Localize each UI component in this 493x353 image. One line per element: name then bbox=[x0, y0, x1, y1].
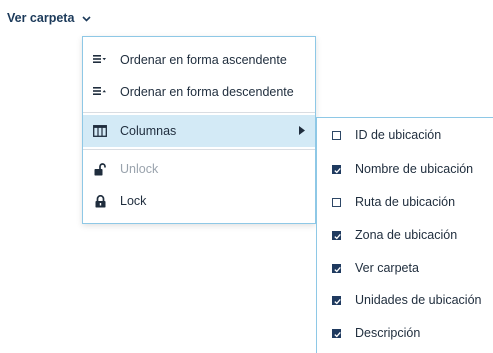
columns-icon bbox=[93, 124, 107, 138]
checkbox[interactable] bbox=[332, 263, 341, 273]
checkbox[interactable] bbox=[332, 230, 341, 240]
column-option-label: Ruta de ubicación bbox=[355, 195, 456, 209]
column-option-unidades[interactable]: Unidades de ubicación bbox=[317, 284, 493, 316]
menu-item-sort-ascending[interactable]: Ordenar en forma ascendente bbox=[83, 44, 315, 76]
unlock-icon bbox=[93, 162, 107, 176]
ver-carpeta-label: Ver carpeta bbox=[7, 11, 75, 25]
menu-item-columns[interactable]: Columnas bbox=[83, 115, 315, 147]
chevron-down-icon bbox=[82, 14, 91, 25]
column-option-nombre[interactable]: Nombre de ubicación bbox=[317, 153, 493, 185]
menu-item-lock[interactable]: Lock bbox=[83, 185, 315, 217]
column-option-label: Ver carpeta bbox=[355, 261, 419, 275]
context-menu: Ordenar en forma ascendente Ordenar en f… bbox=[82, 36, 316, 224]
menu-item-unlock[interactable]: Unlock bbox=[83, 153, 315, 185]
caret-right-icon bbox=[299, 125, 305, 137]
sort-ascending-icon bbox=[93, 53, 107, 67]
checkbox[interactable] bbox=[332, 197, 341, 207]
checkbox[interactable] bbox=[332, 328, 341, 338]
lock-icon bbox=[93, 194, 107, 208]
menu-item-label: Columnas bbox=[120, 124, 177, 138]
checkbox[interactable] bbox=[332, 130, 341, 140]
column-option-label: ID de ubicación bbox=[355, 128, 442, 142]
column-option-label: Descripción bbox=[355, 326, 421, 340]
checkbox[interactable] bbox=[332, 164, 341, 174]
column-option-descripcion[interactable]: Descripción bbox=[317, 317, 493, 349]
column-option-label: Zona de ubicación bbox=[355, 228, 458, 242]
menu-item-sort-descending[interactable]: Ordenar en forma descendente bbox=[83, 76, 315, 108]
menu-divider bbox=[83, 149, 315, 150]
menu-item-label: Ordenar en forma descendente bbox=[120, 85, 294, 99]
column-option-ver-carpeta[interactable]: Ver carpeta bbox=[317, 252, 493, 284]
menu-item-label: Unlock bbox=[120, 162, 159, 176]
menu-divider bbox=[83, 112, 315, 113]
column-option-label: Nombre de ubicación bbox=[355, 162, 474, 176]
columns-submenu: ID de ubicación Nombre de ubicación Ruta… bbox=[316, 117, 493, 353]
checkbox[interactable] bbox=[332, 295, 341, 305]
ver-carpeta-dropdown-button[interactable]: Ver carpeta bbox=[0, 0, 91, 36]
column-option-id[interactable]: ID de ubicación bbox=[317, 119, 493, 151]
column-option-zona[interactable]: Zona de ubicación bbox=[317, 219, 493, 251]
column-option-label: Unidades de ubicación bbox=[355, 293, 482, 307]
column-option-ruta[interactable]: Ruta de ubicación bbox=[317, 186, 493, 218]
menu-item-label: Ordenar en forma ascendente bbox=[120, 53, 287, 67]
menu-item-label: Lock bbox=[120, 194, 147, 208]
sort-descending-icon bbox=[93, 85, 107, 99]
